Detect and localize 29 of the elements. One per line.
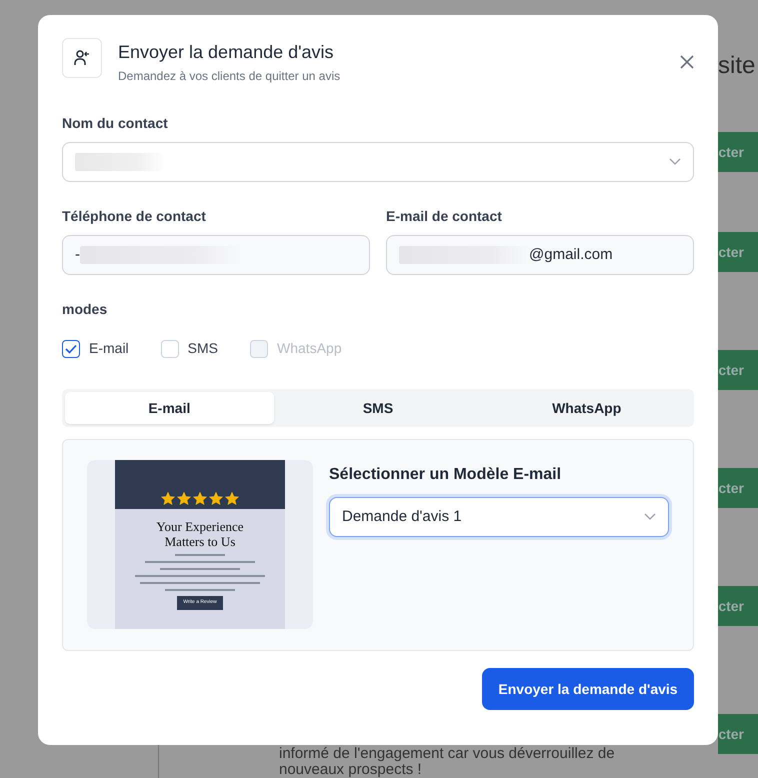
page-heading: site [718, 51, 756, 81]
field-label: modes [62, 300, 108, 319]
check-icon [65, 344, 77, 354]
contact-select[interactable] [62, 142, 694, 182]
select-value: Demande d'avis 1 [342, 506, 462, 527]
dialog-subtitle: Demandez à vos clients de quitter un avis [118, 68, 342, 85]
tab[interactable]: WhatsApp [482, 392, 692, 424]
checkbox-label: WhatsApp [277, 339, 342, 358]
field-label: Nom du contact [62, 114, 169, 133]
field-label: E-mail de contact [386, 207, 503, 226]
tab[interactable]: E-mail [65, 392, 274, 424]
email-field[interactable]: @gmail.com [386, 235, 694, 275]
phone-field[interactable]: - [62, 235, 370, 275]
checkbox[interactable] [62, 340, 80, 358]
field-value: - [75, 244, 80, 265]
field-value: @gmail.com [529, 244, 613, 265]
template-select[interactable]: Demande d'avis 1 [329, 497, 669, 537]
field-label: Téléphone de contact [62, 207, 207, 226]
preview-title: Your Experience Matters to Us [155, 519, 245, 549]
field-label: Sélectionner un Modèle E-mail [329, 465, 562, 485]
description-text: nouveaux prospects ! [279, 761, 422, 778]
send-button[interactable]: Envoyer la demande d'avis [482, 668, 694, 710]
checkbox-label: SMS [188, 339, 218, 358]
chevron-down-icon [644, 513, 656, 521]
dialog-title: Envoyer la demande d'avis [118, 41, 335, 63]
chevron-down-icon [669, 158, 681, 166]
checkbox-label: E-mail [89, 339, 129, 358]
tab[interactable]: SMS [274, 392, 482, 424]
description-text: informé de l'engagement car vous déverrouillez de [279, 745, 615, 762]
